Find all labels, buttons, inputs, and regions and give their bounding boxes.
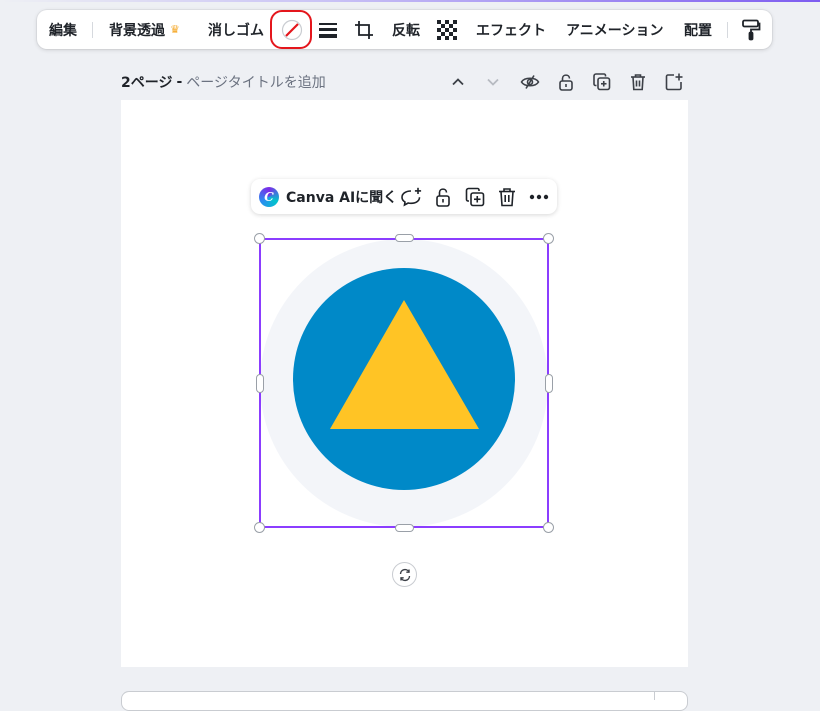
eraser-button[interactable]: 消しゴム [208,10,264,49]
position-button[interactable]: 配置 [684,10,712,49]
flip-label: 反転 [392,22,420,39]
animation-button[interactable]: アニメーション [566,10,663,49]
image-edit-toolbar: 編集 背景透過 ♛ 消しゴム 反転 エフェクト アニメーション 配置 [37,10,772,49]
element-context-toolbar: C Canva AIに聞く [251,179,557,214]
crop-icon [355,20,373,39]
add-page-button[interactable] [663,70,685,94]
top-accent-line [0,0,820,2]
background-remove-button[interactable]: 背景透過 ♛ [109,10,180,49]
resize-handle-left[interactable] [256,374,264,393]
canva-ai-logo-icon: C [259,186,279,207]
position-label: 配置 [684,22,712,39]
page-up-button[interactable] [447,70,469,94]
rotate-handle[interactable] [392,562,417,587]
border-style-button[interactable] [317,10,339,49]
edit-label: 編集 [49,22,77,39]
comment-icon [401,187,422,207]
rotate-icon [399,568,410,581]
resize-handle-right[interactable] [545,374,553,393]
background-remove-label: 背景透過 [109,22,165,39]
chevron-up-icon [452,78,464,86]
next-page-divider [654,691,655,700]
trash-icon [631,74,645,91]
selection-frame [259,238,549,528]
resize-handle-bottom-right[interactable] [543,522,554,533]
hide-page-button[interactable] [519,70,541,94]
ask-canva-ai-label: Canva AIに聞く [286,189,398,206]
eraser-label: 消しゴム [208,22,264,39]
toolbar-divider [727,22,728,38]
color-button[interactable] [280,10,304,49]
page-title-input[interactable]: ページタイトルを追加 [186,72,325,92]
border-style-icon [319,22,337,38]
duplicate-icon [593,73,611,91]
page-down-button[interactable] [482,70,504,94]
next-page-preview[interactable] [121,691,688,711]
paint-format-icon [742,19,761,40]
resize-handle-bottom[interactable] [395,524,414,532]
lock-icon [559,74,573,91]
more-icon [529,194,549,200]
resize-handle-bottom-left[interactable] [254,522,265,533]
comment-button[interactable] [399,185,423,209]
flip-button[interactable]: 反転 [392,10,420,49]
delete-element-button[interactable] [495,185,519,209]
more-options-button[interactable] [527,185,551,209]
chevron-down-icon [487,78,499,86]
animation-label: アニメーション [566,22,664,39]
crown-icon: ♛ [170,23,180,36]
add-page-icon [665,73,683,91]
duplicate-page-button[interactable] [591,70,613,94]
page-number: 2ページ [121,75,173,91]
delete-page-button[interactable] [627,70,649,94]
effects-button[interactable]: エフェクト [476,10,546,49]
effects-label: エフェクト [476,22,546,39]
resize-handle-top-right[interactable] [543,233,554,244]
hide-icon [520,75,540,89]
lock-icon [436,188,450,207]
duplicate-element-button[interactable] [463,185,487,209]
page-separator: - [176,74,183,90]
lock-element-button[interactable] [431,185,455,209]
edit-button[interactable]: 編集 [49,10,77,49]
lock-page-button[interactable] [555,70,577,94]
resize-handle-top-left[interactable] [254,233,265,244]
duplicate-icon [465,187,485,207]
transparency-icon [437,19,457,40]
transparency-button[interactable] [436,10,458,49]
copy-style-button[interactable] [740,10,762,49]
ask-canva-ai-button[interactable]: C Canva AIに聞く [259,179,397,214]
no-color-icon [281,19,303,40]
crop-button[interactable] [353,10,375,49]
trash-icon [499,188,515,207]
toolbar-divider [92,22,93,38]
resize-handle-top[interactable] [395,234,414,242]
